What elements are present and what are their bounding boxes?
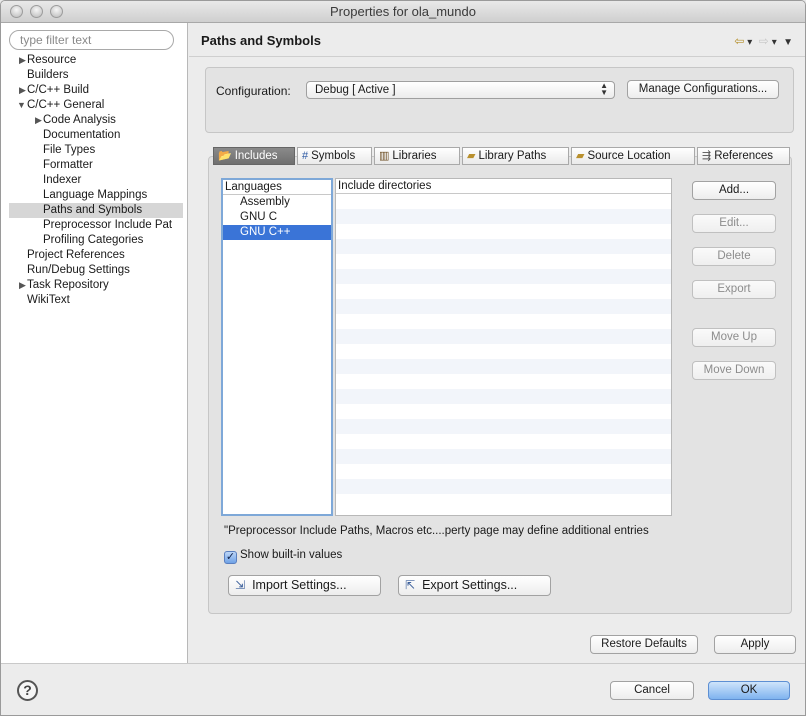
tab-library-paths[interactable]: ▰ Library Paths	[462, 147, 569, 165]
table-row	[336, 479, 671, 494]
forward-arrow-icon[interactable]: ⇨	[759, 34, 769, 48]
languages-list[interactable]: Languages Assembly GNU C GNU C++	[221, 178, 333, 516]
manage-configurations-button[interactable]: Manage Configurations...	[627, 80, 779, 99]
tree-item-code-analysis[interactable]: ▶ Code Analysis	[1, 113, 188, 128]
hash-icon: #	[302, 150, 309, 162]
table-row	[336, 314, 671, 329]
tree-item-cpp-general[interactable]: ▼ C/C++ General	[1, 98, 188, 113]
collapse-arrow-icon[interactable]: ▼	[17, 98, 27, 113]
back-arrow-icon[interactable]: ⇦	[734, 34, 744, 48]
tree-item-profiling-categories[interactable]: Profiling Categories	[1, 233, 188, 248]
property-page-tree: ▶ Resource Builders ▶ C/C++ Build ▼ C/C++ G…	[1, 53, 188, 308]
library-icon: ▥	[379, 150, 390, 162]
tab-libraries[interactable]: ▥ Libraries	[374, 147, 460, 165]
title-bar: Properties for ola_mundo	[1, 1, 805, 23]
configuration-group: Configuration: Debug [ Active ] ▲ ▼ Manag…	[205, 67, 794, 133]
edit-button[interactable]: Edit...	[692, 214, 776, 233]
table-row	[336, 254, 671, 269]
table-row	[336, 494, 671, 509]
table-row	[336, 374, 671, 389]
table-row	[336, 404, 671, 419]
includes-icon: 📂	[218, 150, 232, 162]
view-menu-chevron-down-icon[interactable]: ▼	[783, 37, 793, 48]
history-nav: ⇦ ▾ ⇨ ▾ ▼	[731, 34, 793, 48]
tab-includes[interactable]: 📂 Includes	[213, 147, 295, 165]
page-header: Paths and Symbols ⇦ ▾ ⇨ ▾ ▼	[189, 23, 805, 55]
forward-menu-chevron-down-icon[interactable]: ▾	[772, 37, 777, 48]
filter-input[interactable]	[9, 30, 174, 50]
languages-column-header[interactable]: Languages	[223, 180, 331, 195]
tree-item-language-mappings[interactable]: Language Mappings	[1, 188, 188, 203]
configuration-label: Configuration:	[216, 84, 291, 98]
table-row	[336, 224, 671, 239]
configuration-selected-value: Debug [ Active ]	[315, 84, 396, 96]
tree-item-formatter[interactable]: Formatter	[1, 158, 188, 173]
tree-item-cpp-build[interactable]: ▶ C/C++ Build	[1, 83, 188, 98]
move-up-button[interactable]: Move Up	[692, 328, 776, 347]
properties-window: Properties for ola_mundo ▶Resource Build…	[0, 0, 806, 716]
property-page-tree-pane: ▶Resource Builders ▶C/C++ Build ▼C/C++ G…	[1, 23, 188, 663]
tab-references[interactable]: ⇶ References	[697, 147, 790, 165]
table-row	[336, 299, 671, 314]
preprocessor-note: "Preprocessor Include Paths, Macros etc.…	[224, 525, 649, 537]
add-button[interactable]: Add...	[692, 181, 776, 200]
table-row	[336, 329, 671, 344]
window-title: Properties for ola_mundo	[330, 4, 476, 19]
language-item-assembly[interactable]: Assembly	[223, 195, 331, 210]
language-item-gnu-cpp[interactable]: GNU C++	[223, 225, 331, 240]
table-row	[336, 449, 671, 464]
import-settings-button[interactable]: ⇲ Import Settings...	[228, 575, 381, 596]
cancel-button[interactable]: Cancel	[610, 681, 694, 700]
ok-button[interactable]: OK	[708, 681, 790, 700]
tab-symbols[interactable]: # Symbols	[297, 147, 372, 165]
tree-item-project-references[interactable]: Project References	[1, 248, 188, 263]
tree-item-paths-and-symbols[interactable]: Paths and Symbols	[9, 203, 183, 218]
restore-defaults-button[interactable]: Restore Defaults	[590, 635, 698, 654]
configuration-select[interactable]: Debug [ Active ] ▲ ▼	[306, 81, 615, 99]
folder-icon: ▰	[467, 150, 476, 162]
delete-button[interactable]: Delete	[692, 247, 776, 266]
reference-icon: ⇶	[702, 150, 712, 162]
tab-source-location[interactable]: ▰ Source Location	[571, 147, 695, 165]
show-builtin-values-checkbox[interactable]: ✓	[224, 551, 237, 564]
table-row	[336, 209, 671, 224]
table-row	[336, 434, 671, 449]
tree-item-task-repository[interactable]: ▶ Task Repository	[1, 278, 188, 293]
table-row	[336, 269, 671, 284]
table-row	[336, 344, 671, 359]
tree-item-documentation[interactable]: Documentation	[1, 128, 188, 143]
help-icon[interactable]: ?	[17, 680, 38, 701]
table-row	[336, 464, 671, 479]
move-down-button[interactable]: Move Down	[692, 361, 776, 380]
back-menu-chevron-down-icon[interactable]: ▾	[747, 37, 752, 48]
table-row	[336, 419, 671, 434]
tree-item-run-debug-settings[interactable]: Run/Debug Settings	[1, 263, 188, 278]
export-button[interactable]: Export	[692, 280, 776, 299]
export-icon: ⇱	[405, 578, 416, 592]
folder-icon: ▰	[576, 150, 585, 162]
tree-item-file-types[interactable]: File Types	[1, 143, 188, 158]
tree-item-builders[interactable]: Builders	[1, 68, 188, 83]
tree-item-preprocessor-include-paths[interactable]: Preprocessor Include Pat	[1, 218, 188, 233]
include-directories-column-header[interactable]: Include directories	[336, 179, 671, 194]
tree-item-resource[interactable]: ▶ Resource	[1, 53, 188, 68]
apply-button[interactable]: Apply	[714, 635, 796, 654]
table-row	[336, 359, 671, 374]
table-row	[336, 389, 671, 404]
export-settings-button[interactable]: ⇱ Export Settings...	[398, 575, 551, 596]
table-row	[336, 194, 671, 209]
header-divider	[189, 56, 805, 57]
select-updown-icon: ▲ ▼	[600, 81, 608, 97]
show-builtin-values-row[interactable]: ✓ Show built-in values	[224, 549, 342, 564]
include-directories-table[interactable]: Include directories	[335, 178, 672, 516]
include-directories-rows	[336, 194, 671, 509]
table-row	[336, 284, 671, 299]
import-icon: ⇲	[235, 578, 246, 592]
tree-item-wikitext[interactable]: WikiText	[1, 293, 188, 308]
page-title: Paths and Symbols	[201, 33, 321, 48]
table-row	[336, 239, 671, 254]
show-builtin-values-label: Show built-in values	[240, 549, 343, 561]
language-item-gnu-c[interactable]: GNU C	[223, 210, 331, 225]
tree-item-indexer[interactable]: Indexer	[1, 173, 188, 188]
